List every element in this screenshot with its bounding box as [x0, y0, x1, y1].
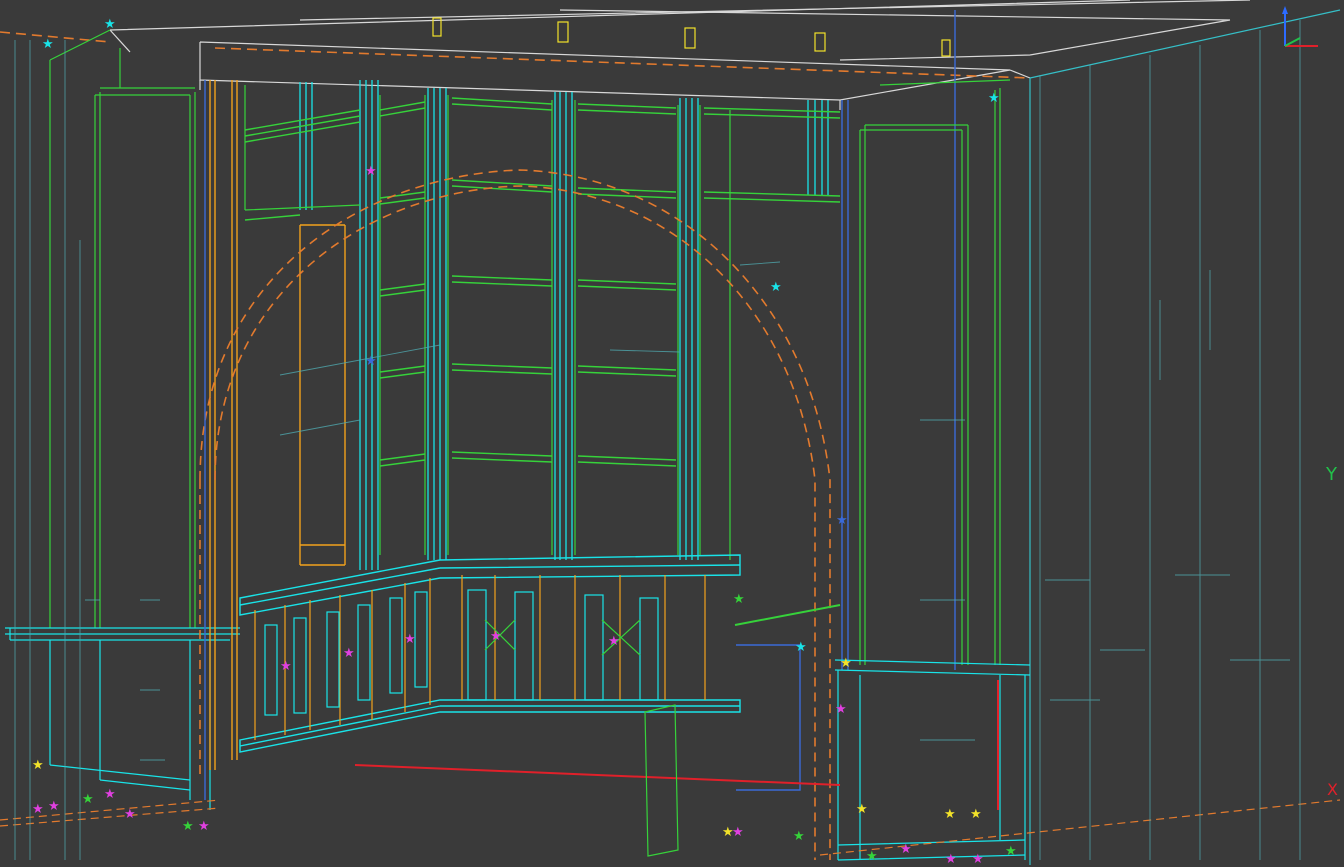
ledge-line — [734, 604, 841, 626]
snap-star-marker: ★ — [490, 629, 502, 644]
snap-star-marker: ★ — [970, 807, 982, 822]
snap-star-marker: ★ — [988, 91, 1000, 106]
axis-gizmo[interactable] — [1280, 4, 1340, 56]
right-wall-faint — [920, 20, 1301, 860]
snap-star-marker: ★ — [1005, 844, 1017, 859]
door-leaf — [644, 704, 679, 857]
arch-outline — [199, 169, 831, 860]
snap-star-marker: ★ — [182, 819, 194, 834]
snap-star-marker: ★ — [835, 702, 847, 717]
snap-star-marker: ★ — [770, 280, 782, 295]
snap-star-marker: ★ — [972, 852, 984, 867]
floor-dashed-right — [819, 799, 1341, 856]
snap-star-marker: ★ — [124, 807, 136, 822]
snap-star-marker: ★ — [900, 842, 912, 857]
snap-star-marker: ★ — [82, 792, 94, 807]
snap-star-marker: ★ — [795, 640, 807, 655]
snap-star-marker: ★ — [793, 829, 805, 844]
snap-star-marker: ★ — [48, 799, 60, 814]
wireframe-scene: ★ ★ ★ ★ ★ ★ ★ ★ ★ ★ ★ ★ ★ ★ ★ ★ ★ ★ ★ ★ … — [0, 0, 1341, 867]
right-lower-cabinet — [834, 659, 1031, 861]
snap-star-marker: ★ — [840, 656, 852, 671]
snap-star-marker: ★ — [104, 17, 116, 32]
snap-star-marker: ★ — [198, 819, 210, 834]
snap-star-marker: ★ — [732, 825, 744, 840]
x-axis-label: X — [1327, 780, 1338, 799]
bookcase-shelves — [244, 97, 841, 467]
snap-star-marker: ★ — [733, 592, 745, 607]
snap-star-marker: ★ — [856, 802, 868, 817]
bookcase-uprights — [299, 80, 829, 570]
ceiling-dashed-line — [0, 31, 1031, 79]
snap-star-marker: ★ — [365, 354, 377, 369]
snap-star-marker: ★ — [32, 758, 44, 773]
top-frame-blocks — [432, 17, 951, 57]
right-pillar — [859, 79, 1011, 665]
snap-star-marker: ★ — [32, 802, 44, 817]
left-wall-faint — [14, 40, 781, 860]
snap-star-marker: ★ — [343, 646, 355, 661]
snap-star-marker: ★ — [866, 849, 878, 864]
bookcase-side-panels — [244, 85, 731, 560]
snap-star-marker: ★ — [945, 852, 957, 867]
left-pillar — [49, 29, 196, 628]
snap-star-marker: ★ — [42, 37, 54, 52]
snap-star-marker: ★ — [944, 807, 956, 822]
blue-edges — [204, 10, 956, 800]
snap-star-marker: ★ — [104, 787, 116, 802]
snap-star-marker: ★ — [404, 632, 416, 647]
snap-star-marker: ★ — [608, 634, 620, 649]
snap-star-marker: ★ — [836, 513, 848, 528]
snap-markers: ★ ★ ★ ★ ★ ★ ★ ★ ★ ★ ★ ★ ★ ★ ★ ★ ★ ★ ★ ★ … — [32, 17, 1017, 867]
y-axis-label: Y — [1326, 464, 1337, 485]
snap-star-marker: ★ — [365, 164, 377, 179]
cad-3d-viewport[interactable]: ★ ★ ★ ★ ★ ★ ★ ★ ★ ★ ★ ★ ★ ★ ★ ★ ★ ★ ★ ★ … — [0, 0, 1344, 867]
floor-red-line — [354, 764, 841, 786]
snap-star-marker: ★ — [280, 659, 292, 674]
